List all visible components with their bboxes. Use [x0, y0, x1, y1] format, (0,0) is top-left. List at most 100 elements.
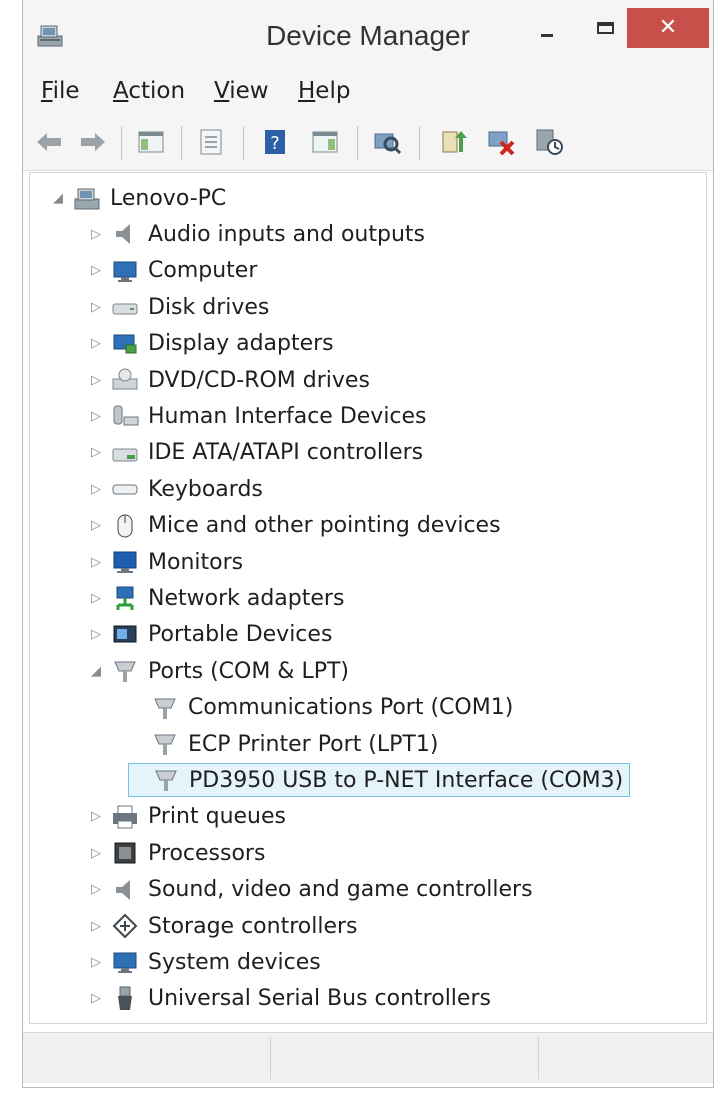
uninstall-device-icon[interactable] [485, 126, 517, 158]
tree-category-storage-controllers[interactable]: ▷ Storage controllers [88, 909, 357, 943]
monitor-icon [113, 551, 137, 573]
tree-node-label: Network adapters [148, 585, 345, 611]
collapsed-chevron-icon[interactable]: ▷ [88, 554, 104, 570]
tree-category-mice-and-other-pointing-devices[interactable]: ▷ Mice and other pointing devices [88, 509, 501, 543]
maximize-button[interactable] [585, 8, 629, 48]
tree-node-label: Portable Devices [148, 622, 333, 648]
tree-root-label: Lenovo-PC [110, 185, 227, 211]
device-tree[interactable]: ◢ Lenovo-PC ▷ Audio inputs and outputs ▷ Co… [29, 172, 707, 1024]
close-icon: ✕ [658, 15, 678, 40]
tree-device-pd3950-usb-to-p-net-interface-com3[interactable]: PD3950 USB to P-NET Interface (COM3) [128, 763, 631, 798]
computer-root-icon [74, 188, 100, 210]
tree-node-label: PD3950 USB to P-NET Interface (COM3) [189, 767, 624, 793]
menu-help[interactable]: Help [298, 78, 350, 104]
menu-file[interactable]: File [41, 78, 80, 104]
dvd-drive-icon [112, 368, 138, 390]
menu-help-mnemonic: H [298, 78, 316, 104]
expanded-chevron-icon[interactable]: ◢ [50, 190, 66, 206]
tree-node-label: Human Interface Devices [148, 403, 427, 429]
collapsed-chevron-icon[interactable]: ▷ [88, 518, 104, 534]
menu-bar: File Action View Help [23, 70, 713, 115]
storage-controller-icon [112, 913, 138, 939]
ide-controller-icon [112, 448, 138, 462]
collapsed-chevron-icon[interactable]: ▷ [88, 299, 104, 315]
collapsed-chevron-icon[interactable]: ▷ [88, 263, 104, 279]
expanded-chevron-icon[interactable]: ◢ [88, 663, 104, 679]
scan-hardware-icon[interactable] [371, 126, 403, 158]
tree-device-ecp-printer-port-lpt1[interactable]: ECP Printer Port (LPT1) [128, 727, 438, 761]
collapsed-chevron-icon[interactable]: ▷ [88, 809, 104, 825]
tree-category-display-adapters[interactable]: ▷ Display adapters [88, 327, 334, 361]
tree-category-dvd-cd-rom-drives[interactable]: ▷ DVD/CD-ROM drives [88, 363, 370, 397]
tree-category-keyboards[interactable]: ▷ Keyboards [88, 472, 263, 506]
menu-action[interactable]: Action [113, 78, 185, 104]
tree-node-label: Processors [148, 840, 266, 866]
minimize-button[interactable] [525, 8, 569, 48]
menu-file-mnemonic: F [41, 78, 53, 104]
tree-root-lenovo-pc[interactable]: ◢ Lenovo-PC [50, 181, 226, 215]
processor-icon [114, 842, 136, 864]
back-arrow-icon[interactable] [33, 126, 65, 158]
printer-icon [113, 805, 137, 829]
speaker-icon [116, 224, 130, 245]
tree-node-label: Mice and other pointing devices [148, 513, 501, 539]
tree-node-label: Ports (COM & LPT) [148, 658, 349, 684]
collapsed-chevron-icon[interactable]: ▷ [88, 408, 104, 424]
title-bar[interactable]: Device Manager ✕ [23, 0, 713, 70]
tree-category-system-devices[interactable]: ▷ System devices [88, 945, 321, 979]
port-icon [154, 734, 176, 755]
collapsed-chevron-icon[interactable]: ▷ [88, 445, 104, 461]
system-device-icon [113, 952, 137, 974]
tree-category-computer[interactable]: ▷ Computer [88, 254, 257, 288]
computer-icon [113, 261, 137, 282]
collapsed-chevron-icon[interactable]: ▷ [88, 991, 104, 1007]
tree-node-label: Display adapters [148, 331, 334, 357]
collapsed-chevron-icon[interactable]: ▷ [88, 481, 104, 497]
collapsed-chevron-icon[interactable]: ▷ [88, 590, 104, 606]
tree-category-ports-com-lpt[interactable]: ◢ Ports (COM & LPT) [88, 654, 349, 688]
toolbar-separator [357, 126, 358, 160]
usb-icon [118, 986, 132, 1010]
network-adapter-icon [116, 586, 134, 611]
collapsed-chevron-icon[interactable]: ▷ [88, 627, 104, 643]
tree-node-label: Universal Serial Bus controllers [148, 986, 491, 1012]
tree-category-processors[interactable]: ▷ Processors [88, 836, 265, 870]
collapsed-chevron-icon[interactable]: ▷ [88, 372, 104, 388]
menu-view[interactable]: View [214, 78, 269, 104]
help-icon[interactable]: ? [259, 126, 291, 158]
portable-device-icon [113, 625, 137, 643]
collapsed-chevron-icon[interactable]: ▷ [88, 918, 104, 934]
update-driver-icon[interactable] [437, 126, 469, 158]
menu-file-label: ile [52, 78, 80, 104]
collapsed-chevron-icon[interactable]: ▷ [88, 882, 104, 898]
disk-drive-icon [112, 303, 138, 315]
tree-category-monitors[interactable]: ▷ Monitors [88, 545, 243, 579]
collapsed-chevron-icon[interactable]: ▷ [88, 845, 104, 861]
tree-device-communications-port-com1[interactable]: Communications Port (COM1) [128, 691, 513, 725]
port-icon [155, 770, 177, 792]
toolbar-separator [181, 126, 182, 160]
tree-category-ide-ata-atapi-controllers[interactable]: ▷ IDE ATA/ATAPI controllers [88, 436, 423, 470]
forward-arrow-icon[interactable] [77, 126, 109, 158]
tree-category-network-adapters[interactable]: ▷ Network adapters [88, 581, 344, 615]
tree-category-print-queues[interactable]: ▷ Print queues [88, 800, 286, 834]
collapsed-chevron-icon[interactable]: ▷ [88, 954, 104, 970]
menu-view-label: iew [229, 78, 269, 104]
show-action-pane-icon[interactable] [309, 126, 341, 158]
collapsed-chevron-icon[interactable]: ▷ [88, 336, 104, 352]
collapsed-chevron-icon[interactable]: ▷ [88, 226, 104, 242]
tree-category-sound-video-and-game-controllers[interactable]: ▷ Sound, video and game controllers [88, 873, 533, 907]
tree-category-universal-serial-bus-controllers[interactable]: ▷ Universal Serial Bus controllers [88, 982, 491, 1016]
close-button[interactable]: ✕ [627, 8, 709, 48]
tree-category-audio-inputs-and-outputs[interactable]: ▷ Audio inputs and outputs [88, 217, 425, 251]
properties-icon[interactable] [195, 126, 227, 158]
tree-node-label: Monitors [148, 549, 244, 575]
tree-node-label: Keyboards [148, 476, 263, 502]
tree-category-disk-drives[interactable]: ▷ Disk drives [88, 290, 269, 324]
device-manager-window: Device Manager ✕ File Action View Help ?… [22, 0, 714, 1088]
disable-device-icon[interactable] [533, 126, 565, 158]
tree-category-human-interface-devices[interactable]: ▷ Human Interface Devices [88, 399, 427, 433]
tree-category-portable-devices[interactable]: ▷ Portable Devices [88, 618, 332, 652]
show-hide-console-tree-icon[interactable] [135, 126, 167, 158]
